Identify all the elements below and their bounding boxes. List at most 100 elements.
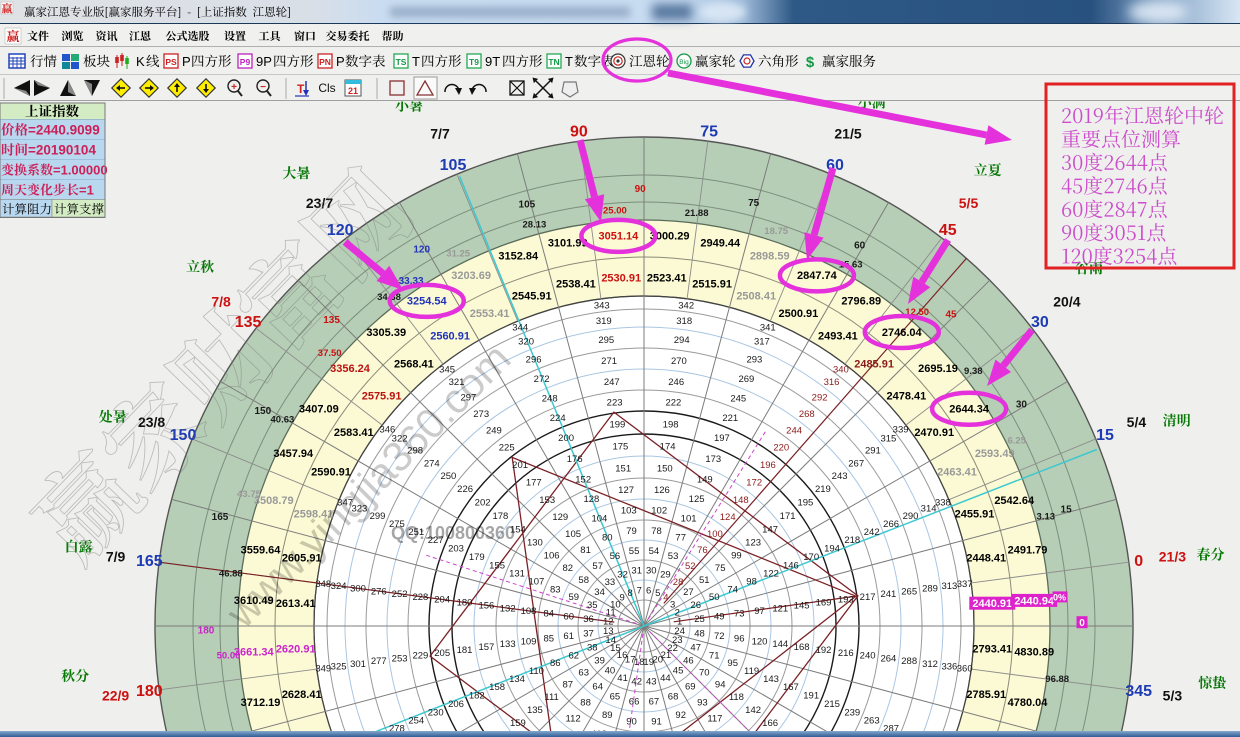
svg-text:223: 223 bbox=[607, 398, 623, 409]
svg-text:220: 220 bbox=[773, 442, 789, 453]
svg-text:156: 156 bbox=[478, 600, 494, 611]
svg-text:175: 175 bbox=[612, 442, 628, 453]
svg-text:2898.59: 2898.59 bbox=[750, 251, 790, 263]
svg-text:240: 240 bbox=[860, 651, 876, 662]
svg-text:34.38: 34.38 bbox=[377, 292, 401, 303]
svg-text:100: 100 bbox=[707, 529, 723, 540]
svg-text:124: 124 bbox=[720, 512, 736, 523]
svg-text:64: 64 bbox=[592, 682, 603, 693]
svg-text:319: 319 bbox=[596, 316, 612, 327]
svg-text:252: 252 bbox=[392, 589, 408, 600]
svg-text:230: 230 bbox=[428, 708, 444, 719]
svg-text:2470.91: 2470.91 bbox=[914, 427, 954, 439]
svg-text:142: 142 bbox=[745, 705, 761, 716]
svg-text:106: 106 bbox=[544, 550, 560, 561]
svg-text:340: 340 bbox=[833, 365, 849, 376]
svg-text:2545.91: 2545.91 bbox=[512, 290, 552, 302]
svg-text:96.88: 96.88 bbox=[1045, 674, 1069, 685]
svg-text:268: 268 bbox=[799, 409, 815, 420]
svg-text:30: 30 bbox=[646, 566, 657, 577]
svg-text:2583.41: 2583.41 bbox=[334, 427, 374, 439]
svg-text:266: 266 bbox=[883, 519, 899, 530]
svg-text:165: 165 bbox=[136, 553, 163, 570]
svg-text:158: 158 bbox=[489, 682, 505, 693]
svg-text:360: 360 bbox=[957, 663, 973, 674]
svg-text:50: 50 bbox=[709, 592, 720, 603]
svg-text:94: 94 bbox=[715, 680, 726, 691]
svg-text:2485.91: 2485.91 bbox=[854, 358, 894, 370]
svg-text:65: 65 bbox=[610, 691, 621, 702]
svg-text:97: 97 bbox=[754, 606, 765, 617]
svg-text:171: 171 bbox=[780, 511, 796, 522]
svg-text:153: 153 bbox=[539, 495, 555, 506]
svg-text:336: 336 bbox=[941, 661, 957, 672]
svg-text:33: 33 bbox=[605, 577, 616, 588]
svg-text:98: 98 bbox=[746, 577, 757, 588]
svg-text:75: 75 bbox=[748, 198, 760, 209]
svg-text:241: 241 bbox=[880, 589, 896, 600]
svg-text:72: 72 bbox=[714, 631, 725, 642]
svg-text:3712.19: 3712.19 bbox=[241, 697, 281, 709]
svg-text:89: 89 bbox=[602, 710, 613, 721]
svg-text:198: 198 bbox=[663, 419, 679, 430]
svg-text:2949.44: 2949.44 bbox=[700, 237, 741, 249]
svg-text:191: 191 bbox=[803, 691, 819, 702]
svg-text:104: 104 bbox=[591, 514, 607, 525]
svg-text:129: 129 bbox=[552, 512, 568, 523]
svg-text:337: 337 bbox=[957, 579, 973, 590]
svg-text:45: 45 bbox=[673, 666, 684, 677]
svg-text:40.63: 40.63 bbox=[271, 415, 295, 426]
svg-text:77: 77 bbox=[675, 533, 686, 544]
svg-text:150: 150 bbox=[254, 406, 271, 417]
svg-text:56: 56 bbox=[610, 551, 621, 562]
svg-text:145: 145 bbox=[794, 600, 810, 611]
svg-text:55: 55 bbox=[629, 546, 640, 557]
svg-text:2500.91: 2500.91 bbox=[779, 308, 819, 320]
svg-text:130: 130 bbox=[527, 538, 543, 549]
svg-text:3407.09: 3407.09 bbox=[299, 404, 339, 416]
svg-text:197: 197 bbox=[714, 433, 730, 444]
svg-text:73: 73 bbox=[734, 609, 745, 620]
svg-text:123: 123 bbox=[745, 538, 761, 549]
svg-text:46: 46 bbox=[683, 655, 694, 666]
svg-text:2785.91: 2785.91 bbox=[966, 689, 1006, 701]
svg-text:12.50: 12.50 bbox=[905, 307, 929, 318]
svg-text:44: 44 bbox=[660, 673, 671, 684]
svg-text:90: 90 bbox=[635, 184, 647, 195]
svg-text:205: 205 bbox=[434, 648, 450, 659]
svg-text:37: 37 bbox=[583, 629, 594, 640]
svg-text:2628.41: 2628.41 bbox=[282, 689, 322, 701]
svg-text:270: 270 bbox=[671, 356, 687, 367]
svg-text:75: 75 bbox=[700, 123, 718, 140]
svg-text:247: 247 bbox=[604, 377, 620, 388]
svg-text:134: 134 bbox=[509, 674, 525, 685]
svg-text:219: 219 bbox=[815, 484, 831, 495]
svg-text:2560.91: 2560.91 bbox=[430, 331, 470, 343]
svg-text:2493.41: 2493.41 bbox=[818, 331, 858, 343]
svg-text:318: 318 bbox=[676, 316, 692, 327]
svg-text:267: 267 bbox=[848, 458, 864, 469]
svg-text:167: 167 bbox=[783, 682, 799, 693]
svg-text:45: 45 bbox=[939, 222, 957, 239]
svg-text:90: 90 bbox=[570, 123, 588, 140]
svg-text:244: 244 bbox=[786, 426, 802, 437]
svg-text:199: 199 bbox=[609, 419, 625, 430]
svg-text:325: 325 bbox=[331, 661, 347, 672]
svg-text:180: 180 bbox=[198, 626, 215, 637]
svg-text:272: 272 bbox=[534, 374, 550, 385]
svg-text:180: 180 bbox=[457, 598, 473, 609]
svg-text:131: 131 bbox=[509, 569, 525, 580]
svg-text:24: 24 bbox=[674, 626, 685, 637]
svg-text:41: 41 bbox=[617, 673, 628, 684]
svg-text:63: 63 bbox=[578, 668, 589, 679]
svg-text:4780.04: 4780.04 bbox=[1008, 697, 1049, 709]
svg-text:133: 133 bbox=[500, 639, 516, 650]
svg-text:292: 292 bbox=[812, 392, 828, 403]
svg-text:147: 147 bbox=[762, 524, 778, 535]
svg-text:5/5: 5/5 bbox=[959, 195, 979, 211]
svg-text:47: 47 bbox=[690, 643, 701, 654]
svg-text:221: 221 bbox=[722, 413, 738, 424]
svg-text:35: 35 bbox=[587, 600, 598, 611]
svg-text:107: 107 bbox=[528, 577, 544, 588]
svg-text:20/4: 20/4 bbox=[1053, 294, 1080, 310]
